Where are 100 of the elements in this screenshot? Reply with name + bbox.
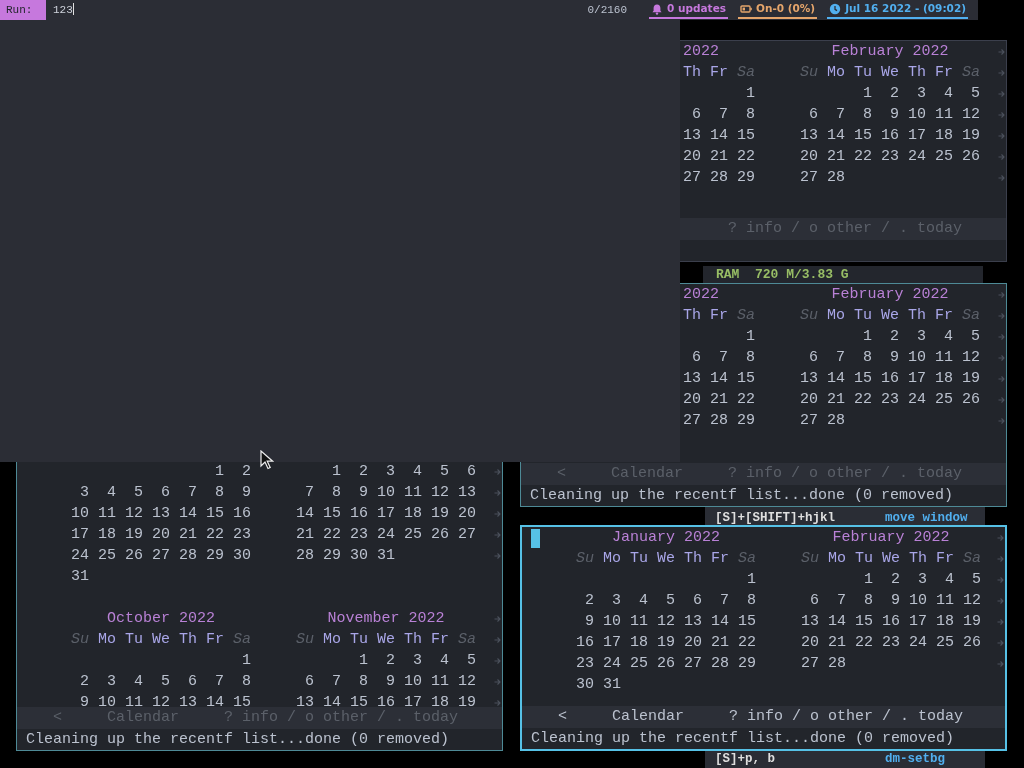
- week-row-text: 2 3 4 5 6 7 8: [584, 592, 757, 609]
- week-row: 20 21 22 23 24 25 26: [800, 391, 981, 408]
- continuation-icon: [997, 617, 1004, 626]
- week-row-text: 9 10 11 12 13 14 15: [584, 613, 757, 630]
- weekday-label: Mo: [323, 631, 342, 648]
- weekday-label: Mo: [603, 550, 622, 567]
- month-title: October 2022: [107, 610, 215, 627]
- echo-message: Cleaning up the recentf list...done (0 removed): [26, 731, 450, 748]
- ram-label: RAM: [716, 267, 740, 282]
- weekday-label: Sa: [233, 631, 252, 648]
- weekday-label: Th: [404, 631, 423, 648]
- week-row: 13 14 15 16 17 18 19: [801, 613, 982, 630]
- continuation-icon: [998, 110, 1005, 119]
- bell-icon: [651, 3, 664, 15]
- weekday-label: Fr: [711, 550, 730, 567]
- continuation-icon: [997, 533, 1004, 542]
- week-row: 21 22 23 24 25 26 27: [296, 526, 477, 543]
- weekday-label: Su: [801, 550, 820, 567]
- weekday-label: Mo: [828, 550, 847, 567]
- continuation-icon: [997, 638, 1004, 647]
- weekday-label: We: [882, 550, 901, 567]
- weekday-label: Su: [576, 550, 594, 567]
- weekday-label: Sa: [458, 631, 477, 648]
- prev-marker: <: [557, 465, 566, 482]
- weekday-label: Th: [683, 64, 702, 81]
- continuation-icon: [998, 332, 1005, 341]
- weekday-label: Fr: [431, 631, 450, 648]
- week-row: 16 17 18 19 20 21 22: [576, 634, 757, 651]
- continuation-icon: [494, 698, 501, 707]
- continuation-icon: [998, 374, 1005, 383]
- continuation-icon: [998, 416, 1005, 425]
- status-text: Jul 16 2022 - (09:02): [845, 1, 966, 17]
- week-row-text: 7 8 9 10 11 12 13: [304, 484, 477, 501]
- weekday-label: Th: [908, 64, 927, 81]
- weekday-label: We: [657, 550, 676, 567]
- week-row: 24 25 26 27 28 29 30: [71, 547, 252, 564]
- continuation-icon: [494, 677, 501, 686]
- continuation-icon: [997, 575, 1004, 584]
- week-row-text: 1 2: [214, 463, 252, 480]
- weekday-label: Tu: [855, 550, 874, 567]
- text-cursor: [531, 529, 540, 548]
- weekday-label: Mo: [827, 307, 846, 324]
- month-title: November 2022: [327, 610, 445, 627]
- buffer-name: Calendar: [612, 708, 684, 725]
- week-row: 27 28: [801, 655, 847, 672]
- echo-message: Cleaning up the recentf list...done (0 removed): [530, 487, 954, 504]
- week-row-text: 1 2 3 4 5: [358, 652, 477, 669]
- continuation-icon: [997, 596, 1004, 605]
- weekday-label: Th: [908, 307, 927, 324]
- week-row: 28 29 30 31: [296, 547, 396, 564]
- weekday-label: We: [881, 307, 900, 324]
- continuation-icon: [998, 173, 1005, 182]
- weekday-label: Mo: [98, 631, 117, 648]
- week-row: 20 21 22 23 24 25 26: [800, 148, 981, 165]
- continuation-icon: [997, 554, 1004, 563]
- week-row-text: 6 7 8 9 10 11 12: [809, 592, 982, 609]
- status-text: 0 updates: [667, 1, 726, 17]
- continuation-icon: [494, 635, 501, 644]
- week-row: 23 24 25 26 27 28 29: [576, 655, 757, 672]
- week-row-text: 1 2 3 4 5: [863, 571, 982, 588]
- continuation-icon: [997, 659, 1004, 668]
- week-row-text: 1: [241, 652, 252, 669]
- continuation-icon: [998, 47, 1005, 56]
- key-hints: ? info / o other / . today: [729, 708, 964, 725]
- weekday-label: Fr: [936, 550, 955, 567]
- week-row-text: 3 4 5 6 7 8 9: [79, 484, 252, 501]
- weekday-label: Sa: [737, 307, 756, 324]
- week-row: 27 28 29: [683, 169, 756, 186]
- week-row-text: 6 7 8 9 10 11 12: [304, 673, 477, 690]
- weekday-label: Tu: [854, 64, 873, 81]
- weekday-label: Su: [800, 64, 819, 81]
- continuation-icon: [998, 89, 1005, 98]
- continuation-icon: [494, 551, 501, 560]
- week-row: 14 15 16 17 18 19 20: [296, 505, 477, 522]
- week-row: 13 14 15 16 17 18 19: [296, 694, 477, 707]
- month-title: February 2022: [832, 529, 950, 546]
- weekday-label: We: [152, 631, 171, 648]
- week-row-text: 6 7 8: [691, 106, 756, 123]
- week-row: 20 21 22: [683, 148, 756, 165]
- week-row-text: 1: [746, 571, 757, 588]
- mouse-pointer-icon: [260, 450, 274, 470]
- week-row: 30 31: [576, 676, 621, 693]
- continuation-icon: [998, 311, 1005, 320]
- week-row: 13 14 15 16 17 18 19: [800, 127, 981, 144]
- month-title: January 2022: [612, 529, 720, 546]
- continuation-icon: [494, 656, 501, 665]
- week-row-text: 9 10 11 12 13 14 15: [79, 694, 252, 707]
- command-input[interactable]: 123: [53, 0, 74, 20]
- weekday-label: Fr: [935, 307, 954, 324]
- weekday-label: Th: [179, 631, 198, 648]
- prev-marker: <: [53, 709, 62, 726]
- continuation-icon: [494, 509, 501, 518]
- week-row-text: 1: [745, 85, 756, 102]
- week-row-text: 1 2 3 4 5 6: [331, 463, 477, 480]
- weekday-label: Mo: [827, 64, 846, 81]
- weekday-label: Sa: [738, 550, 757, 567]
- battery-icon: [740, 3, 752, 15]
- week-row: 10 11 12 13 14 15 16: [71, 505, 252, 522]
- weekday-label: We: [881, 64, 900, 81]
- week-row-text: 2 3 4 5 6 7 8: [79, 673, 252, 690]
